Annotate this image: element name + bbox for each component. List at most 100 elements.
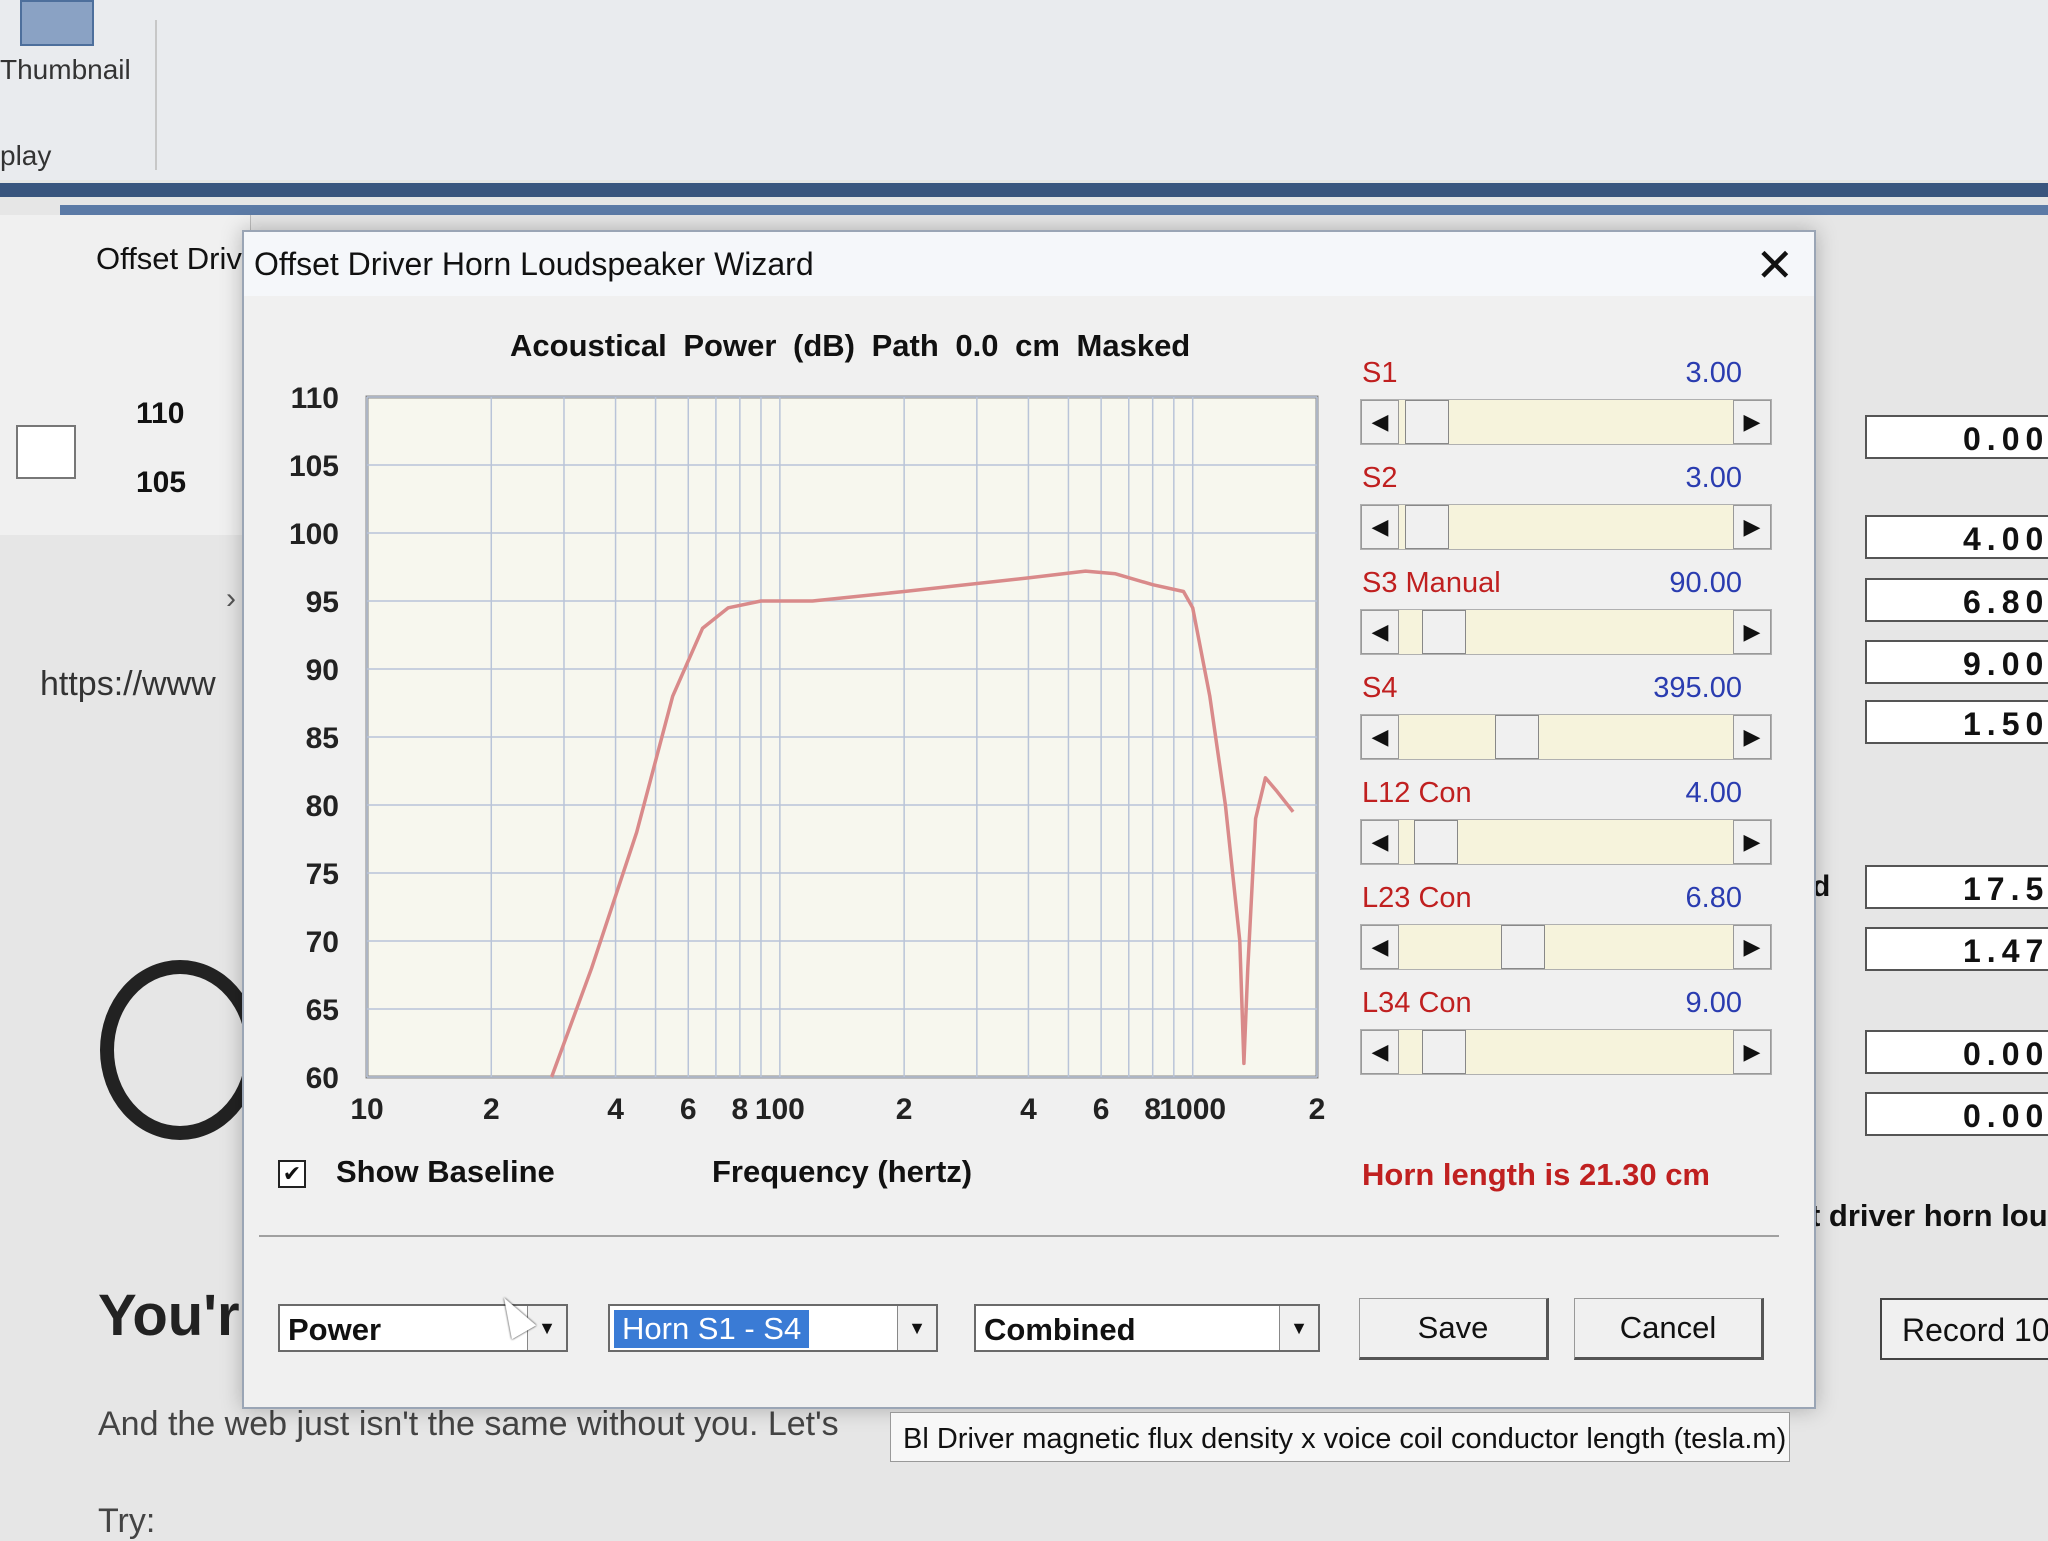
background-axis-105: 105 [136, 466, 187, 499]
slider-value: 6.80 [1685, 882, 1742, 914]
slider-value: 3.00 [1685, 462, 1742, 494]
slider-label: L34 Con [1362, 987, 1472, 1019]
scroll-right-icon[interactable]: ▶ [1733, 1030, 1771, 1074]
close-icon[interactable]: ✕ [1755, 238, 1794, 292]
cancel-button[interactable]: Cancel [1574, 1298, 1764, 1360]
play-label[interactable]: play [0, 140, 51, 172]
background-try-label: Try: [98, 1502, 156, 1540]
thumbnail-icon[interactable] [20, 0, 94, 46]
background-window: Offset Driv 110 105 [0, 215, 251, 535]
scroll-left-icon[interactable]: ◀ [1361, 610, 1399, 654]
scroll-left-icon[interactable]: ◀ [1361, 400, 1399, 444]
scroll-right-icon[interactable]: ▶ [1733, 715, 1771, 759]
ribbon: Thumbnail play [0, 0, 2048, 180]
y-tick-label: 80 [306, 790, 339, 823]
slider-value: 3.00 [1685, 357, 1742, 389]
slider-value: 90.00 [1669, 567, 1742, 599]
window-strip [60, 205, 2048, 215]
show-baseline-label[interactable]: Show Baseline [336, 1154, 555, 1190]
dialog-titlebar[interactable]: Offset Driver Horn Loudspeaker Wizard ✕ [244, 232, 1814, 296]
scroll-right-icon[interactable]: ▶ [1733, 505, 1771, 549]
slider-scrollbar[interactable]: ◀ ▶ [1360, 399, 1772, 445]
right-field[interactable]: 17.59 [1865, 865, 2048, 909]
background-heading: You'r [98, 1283, 240, 1348]
right-field[interactable]: 1.47 [1865, 927, 2048, 971]
power-chart: 606570758085909510010511010 2 4 6 8 100 2 4 6 810… [289, 382, 1326, 1126]
x-tick-label: 6 [1093, 1093, 1110, 1126]
taskbar-strip [0, 183, 2048, 197]
slider-thumb[interactable] [1413, 820, 1458, 864]
right-field[interactable]: 1.50 [1865, 700, 2048, 744]
scroll-right-icon[interactable]: ▶ [1733, 400, 1771, 444]
dialog-title: Offset Driver Horn Loudspeaker Wizard [254, 246, 814, 282]
y-tick-label: 90 [306, 654, 339, 687]
background-axis-110: 110 [136, 397, 185, 430]
slider-thumb[interactable] [1422, 1030, 1467, 1074]
slider-thumb[interactable] [1494, 715, 1539, 759]
x-axis-label: Frequency (hertz) [712, 1154, 973, 1189]
slider-thumb[interactable] [1404, 400, 1449, 444]
slider-scrollbar[interactable]: ◀ ▶ [1360, 714, 1772, 760]
slider-label: S3 Manual [1362, 567, 1501, 599]
scroll-right-icon[interactable]: ▶ [1733, 925, 1771, 969]
scroll-left-icon[interactable]: ◀ [1361, 925, 1399, 969]
x-tick-label: 10 [350, 1093, 383, 1126]
combined-dropdown-value: Combined [984, 1312, 1136, 1347]
slider-value: 9.00 [1685, 987, 1742, 1019]
x-tick-label: 2 [896, 1093, 913, 1126]
y-tick-label: 100 [289, 518, 339, 551]
scroll-right-icon[interactable]: ▶ [1733, 820, 1771, 864]
y-tick-label: 60 [306, 1062, 339, 1095]
x-tick-label: 4 [607, 1093, 624, 1126]
slider-label: L12 Con [1362, 777, 1472, 809]
x-tick-label: 100 [755, 1093, 805, 1126]
combined-dropdown[interactable]: Combined ▼ [974, 1304, 1320, 1352]
save-button[interactable]: Save [1359, 1298, 1549, 1360]
slider-thumb[interactable] [1404, 505, 1449, 549]
right-field[interactable]: 9.00 [1865, 640, 2048, 684]
right-field[interactable]: 0.00 [1865, 415, 2048, 459]
show-baseline-checkbox[interactable]: ✔ [278, 1160, 306, 1188]
divider [259, 1235, 1779, 1237]
chart-heading: Acoustical Power (dB) Path 0.0 cm Masked [510, 328, 1191, 363]
tooltip: Bl Driver magnetic flux density x voice … [890, 1412, 1790, 1462]
mode-dropdown-value: Power [288, 1312, 382, 1347]
scroll-left-icon[interactable]: ◀ [1361, 1030, 1399, 1074]
slider-scrollbar[interactable]: ◀ ▶ [1360, 819, 1772, 865]
slider-scrollbar[interactable]: ◀ ▶ [1360, 924, 1772, 970]
horn-wizard-dialog: Offset Driver Horn Loudspeaker Wizard ✕ … [242, 230, 1816, 1409]
y-tick-label: 105 [289, 450, 339, 483]
x-tick-label: 8 [732, 1093, 749, 1126]
scroll-right-icon[interactable]: ▶ [1733, 610, 1771, 654]
horn-length-text: Horn length is 21.30 cm [1362, 1157, 1710, 1192]
x-tick-label: 4 [1020, 1093, 1037, 1126]
y-tick-label: 110 [291, 382, 339, 415]
background-body-text: And the web just isn't the same without … [98, 1405, 839, 1443]
y-tick-label: 65 [306, 994, 339, 1027]
horn-dropdown[interactable]: Horn S1 - S4 ▼ [608, 1304, 938, 1352]
scroll-left-icon[interactable]: ◀ [1361, 505, 1399, 549]
right-field[interactable]: 4.00 [1865, 515, 2048, 559]
thumbnail-label[interactable]: Thumbnail [0, 54, 131, 86]
y-tick-label: 85 [306, 722, 339, 755]
slider-thumb[interactable] [1422, 610, 1467, 654]
scroll-left-icon[interactable]: ◀ [1361, 715, 1399, 759]
slider-scrollbar[interactable]: ◀ ▶ [1360, 504, 1772, 550]
slider-value: 4.00 [1685, 777, 1742, 809]
slider-scrollbar[interactable]: ◀ ▶ [1360, 1029, 1772, 1075]
right-field[interactable]: 0.00 [1865, 1030, 2048, 1074]
slider-label: S4 [1362, 672, 1398, 704]
slider-scrollbar[interactable]: ◀ ▶ [1360, 609, 1772, 655]
chevron-down-icon[interactable]: ▼ [897, 1306, 936, 1350]
slider-label: S2 [1362, 462, 1398, 494]
background-url[interactable]: https://www [40, 665, 216, 704]
x-tick-label: 2 [1309, 1093, 1326, 1126]
scroll-left-icon[interactable]: ◀ [1361, 820, 1399, 864]
chevron-down-icon[interactable]: ▼ [1279, 1306, 1318, 1350]
slider-thumb[interactable] [1500, 925, 1545, 969]
chevron-down-icon[interactable]: ▼ [527, 1306, 566, 1350]
slider-label: L23 Con [1362, 882, 1472, 914]
record-button[interactable]: Record 10 [1880, 1298, 2048, 1360]
right-field[interactable]: 6.80 [1865, 578, 2048, 622]
right-field[interactable]: 0.00 [1865, 1092, 2048, 1136]
